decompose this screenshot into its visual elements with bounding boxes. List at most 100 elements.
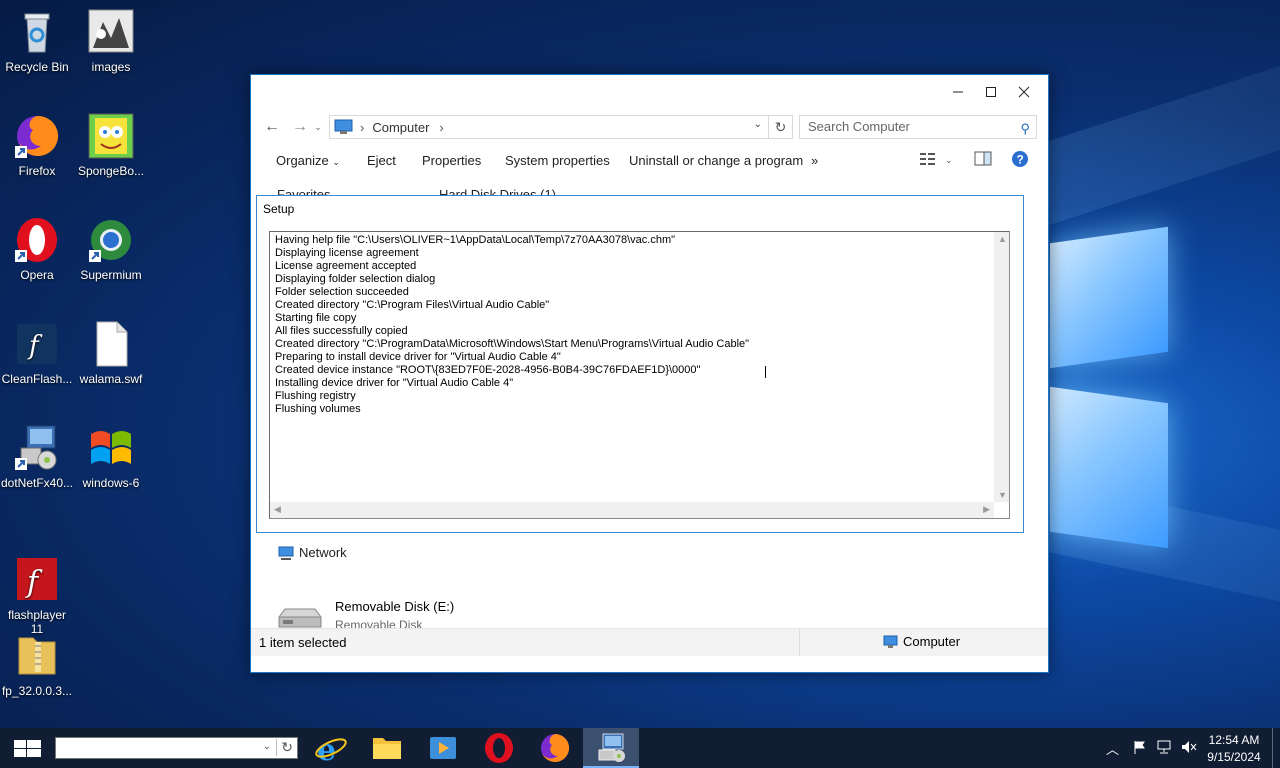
system-properties-button[interactable]: System properties bbox=[505, 153, 610, 168]
desktop-icon-dotnetfx[interactable]: dotNetFx40... bbox=[0, 424, 74, 490]
opera-icon bbox=[13, 216, 61, 264]
eject-button[interactable]: Eject bbox=[367, 153, 396, 168]
desktop-icon-recycle-bin[interactable]: Recycle Bin bbox=[0, 8, 74, 74]
chevron-down-icon: ⌄ bbox=[332, 157, 340, 167]
back-arrow-icon[interactable]: ← bbox=[261, 115, 283, 139]
scroll-right-icon[interactable]: ▶ bbox=[983, 504, 990, 515]
volume-muted-icon[interactable] bbox=[1180, 739, 1198, 758]
clock-time: 12:54 AM bbox=[1208, 733, 1260, 747]
drive-name: Removable Disk (E:) bbox=[335, 599, 455, 614]
taskbar-firefox[interactable] bbox=[527, 728, 583, 768]
status-selected-count: 1 item selected bbox=[259, 635, 347, 650]
address-dropdown-icon[interactable]: ⌄ bbox=[754, 119, 762, 130]
desktop-icon-fp-zip[interactable]: fp_32.0.0.3... bbox=[0, 632, 74, 698]
recent-locations-chevron-icon[interactable]: ⌄ bbox=[311, 115, 325, 139]
refresh-icon[interactable]: ↻ bbox=[276, 739, 293, 756]
desktop-icon-spongebob[interactable]: SpongeBo... bbox=[74, 112, 148, 178]
network-nav-item[interactable]: Network bbox=[277, 545, 347, 560]
network-icon bbox=[278, 546, 294, 560]
icon-label: Recycle Bin bbox=[5, 60, 69, 74]
taskbar-opera[interactable] bbox=[471, 728, 527, 768]
horizontal-scrollbar[interactable]: ◀ ▶ bbox=[270, 502, 994, 518]
breadcrumb-separator-icon: › bbox=[439, 119, 444, 135]
taskbar: ⌄ ↻ e ︿ 12:54 AM 9/15/2024 bbox=[0, 728, 1280, 768]
icon-label: CleanFlash... bbox=[1, 372, 73, 386]
cleanflash-icon: f bbox=[13, 320, 61, 368]
taskbar-file-explorer[interactable] bbox=[359, 728, 415, 768]
icon-label: Supermium bbox=[80, 268, 142, 282]
search-input[interactable]: Search Computer ⚲ bbox=[799, 115, 1037, 139]
windows-flag-icon bbox=[87, 424, 135, 472]
desktop-icon-firefox[interactable]: Firefox bbox=[0, 112, 74, 178]
vertical-scrollbar[interactable]: ▲ ▼ bbox=[994, 232, 1009, 502]
scroll-up-icon[interactable]: ▲ bbox=[998, 234, 1007, 244]
desktop-icon-supermium[interactable]: Supermium bbox=[74, 216, 148, 282]
taskbar-internet-explorer[interactable]: e bbox=[303, 728, 359, 768]
supermium-icon bbox=[87, 216, 135, 264]
desktop-icon-walama-swf[interactable]: walama.swf bbox=[74, 320, 148, 386]
action-center-flag-icon[interactable] bbox=[1132, 739, 1148, 758]
network-status-icon[interactable] bbox=[1156, 739, 1174, 758]
help-icon[interactable]: ? bbox=[1011, 150, 1029, 171]
folder-icon bbox=[373, 738, 401, 759]
icon-label: images bbox=[91, 60, 131, 74]
taskbar-media-player[interactable] bbox=[415, 728, 471, 768]
clock-date: 9/15/2024 bbox=[1207, 750, 1261, 764]
title-bar[interactable] bbox=[251, 75, 1048, 109]
close-button[interactable] bbox=[1007, 79, 1041, 105]
show-hidden-icons-chevron-icon[interactable]: ︿ bbox=[1106, 739, 1119, 758]
taskbar-search-input[interactable]: ⌄ ↻ bbox=[55, 737, 298, 759]
log-line: License agreement accepted bbox=[275, 260, 417, 272]
breadcrumb-computer[interactable]: Computer bbox=[372, 120, 429, 135]
setup-log-box[interactable]: Having help file "C:\Users\OLIVER~1\AppD… bbox=[269, 231, 1010, 519]
start-button[interactable] bbox=[0, 728, 54, 768]
desktop-icon-windows-6[interactable]: windows-6 bbox=[74, 424, 148, 490]
icon-label: Firefox bbox=[18, 164, 56, 178]
firefox-icon bbox=[13, 112, 61, 160]
log-line: Having help file "C:\Users\OLIVER~1\AppD… bbox=[275, 234, 676, 246]
log-line: Starting file copy bbox=[275, 312, 357, 324]
view-dropdown-icon[interactable]: ⌄ bbox=[945, 155, 953, 166]
organize-menu[interactable]: Organize ⌄ bbox=[276, 153, 340, 168]
preview-pane-icon[interactable] bbox=[974, 151, 992, 170]
clock[interactable]: 12:54 AM 9/15/2024 bbox=[1200, 733, 1268, 764]
show-desktop-button[interactable] bbox=[1272, 728, 1280, 768]
desktop-icon-cleanflash[interactable]: f CleanFlash... bbox=[0, 320, 74, 386]
forward-arrow-icon[interactable]: → bbox=[289, 115, 311, 139]
maximize-button[interactable] bbox=[974, 79, 1008, 105]
status-bar: 1 item selected Computer bbox=[251, 628, 1048, 656]
view-options-icon[interactable] bbox=[919, 151, 937, 170]
icon-label: windows-6 bbox=[82, 476, 140, 490]
chevron-down-icon[interactable]: ⌄ bbox=[263, 741, 271, 752]
log-line: Flushing registry bbox=[275, 390, 356, 402]
log-line: Installing device driver for "Virtual Au… bbox=[275, 377, 514, 389]
more-commands-button[interactable]: » bbox=[811, 153, 818, 168]
flash-player-icon: f bbox=[13, 542, 61, 600]
setup-log-text: Having help file "C:\Users\OLIVER~1\AppD… bbox=[275, 234, 749, 416]
desktop-icon-opera[interactable]: Opera bbox=[0, 216, 74, 282]
recycle-bin-icon bbox=[13, 8, 61, 56]
refresh-icon[interactable]: ↻ bbox=[769, 115, 793, 139]
minimize-button[interactable] bbox=[941, 79, 975, 105]
taskbar-setup[interactable] bbox=[583, 728, 639, 768]
address-bar[interactable]: › Computer › ⌄ bbox=[329, 115, 769, 139]
uninstall-program-button[interactable]: Uninstall or change a program bbox=[629, 153, 803, 168]
windows-logo-wallpaper bbox=[1050, 195, 1280, 555]
file-icon bbox=[87, 320, 135, 368]
setup-title: Setup bbox=[263, 202, 295, 216]
icon-label: fp_32.0.0.3... bbox=[1, 684, 73, 698]
scroll-down-icon[interactable]: ▼ bbox=[998, 490, 1007, 500]
svg-text:?: ? bbox=[1017, 153, 1024, 167]
icon-label: Opera bbox=[20, 268, 54, 282]
search-placeholder: Search Computer bbox=[808, 119, 910, 134]
log-line: Displaying folder selection dialog bbox=[275, 273, 436, 285]
search-icon: ⚲ bbox=[1020, 121, 1030, 136]
icon-label: dotNetFx40... bbox=[0, 476, 74, 490]
desktop-icon-images[interactable]: images bbox=[74, 8, 148, 74]
command-bar: Organize ⌄ Eject Properties System prope… bbox=[251, 149, 1048, 173]
scroll-left-icon[interactable]: ◀ bbox=[274, 504, 281, 515]
properties-button[interactable]: Properties bbox=[422, 153, 481, 168]
setup-dialog: Setup Having help file "C:\Users\OLIVER~… bbox=[256, 195, 1024, 533]
log-line: Displaying license agreement bbox=[275, 247, 419, 259]
log-line: Flushing volumes bbox=[275, 403, 361, 415]
